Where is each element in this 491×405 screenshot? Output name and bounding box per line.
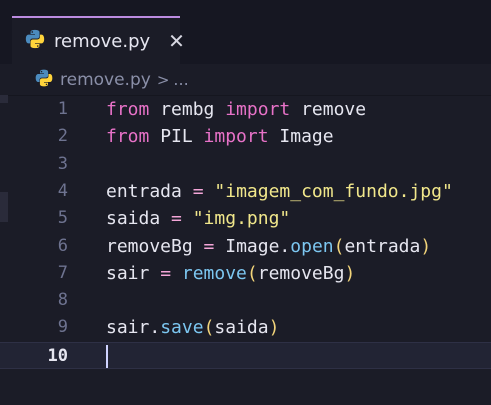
code-token: sair: [106, 262, 161, 284]
code-text: sair.save(saida): [106, 314, 279, 341]
tab-remove-py[interactable]: remove.py ✕: [12, 16, 185, 64]
code-token: =: [160, 262, 172, 284]
code-line[interactable]: 6 removeBg = Image.open(entrada): [0, 233, 491, 260]
code-token: ): [344, 262, 356, 284]
code-token: "img.png": [192, 208, 291, 230]
code-token: (: [333, 235, 345, 257]
line-number: 3: [57, 153, 68, 174]
code-text: sair = remove(removeBg): [106, 260, 355, 287]
line-number: 8: [57, 290, 68, 311]
tab-label: remove.py: [54, 30, 151, 52]
code-token: import: [203, 126, 269, 148]
code-token: ): [268, 317, 280, 339]
python-icon: [34, 68, 54, 92]
code-token: =: [171, 208, 182, 230]
python-icon: [24, 28, 46, 54]
code-token: Image: [268, 126, 334, 148]
code-token: sair: [106, 317, 150, 339]
code-token: ): [420, 235, 432, 257]
code-token: =: [203, 235, 215, 257]
code-token: rembg: [149, 99, 226, 120]
code-token: remove: [181, 262, 247, 284]
code-text: from PIL import Image: [106, 123, 334, 150]
code-line[interactable]: 10: [0, 341, 491, 369]
code-token: Image: [214, 235, 280, 257]
code-token: (: [246, 262, 258, 284]
code-token: from: [106, 99, 150, 120]
code-area[interactable]: 1 from rembg import remove 2 from PIL impor…: [0, 95, 491, 405]
code-token: (: [203, 317, 215, 339]
code-token: save: [160, 317, 204, 339]
breadcrumb-more[interactable]: ...: [173, 70, 188, 89]
code-line[interactable]: 2 from PIL import Image: [0, 123, 491, 150]
code-token: removeBg: [257, 262, 345, 284]
code-token: import: [225, 99, 291, 120]
code-text: saida = "img.png": [106, 205, 290, 232]
line-number: 4: [57, 180, 68, 201]
close-icon[interactable]: ✕: [168, 31, 185, 51]
code-token: "imagem_com_fundo.jpg": [214, 180, 453, 202]
code-token: open: [290, 235, 334, 257]
code-line[interactable]: 3: [0, 151, 491, 178]
code-token: from: [106, 126, 150, 148]
line-number: 2: [57, 126, 68, 147]
code-token: remove: [290, 99, 367, 120]
line-number: 5: [57, 208, 68, 229]
line-number: 10: [47, 345, 68, 366]
code-token: PIL: [149, 126, 204, 148]
code-token: entrada: [106, 180, 193, 202]
code-token: removeBg: [106, 235, 204, 257]
line-number: 7: [57, 262, 68, 283]
code-line[interactable]: 8: [0, 287, 491, 314]
line-number: 6: [57, 235, 68, 256]
breadcrumb-file[interactable]: remove.py: [60, 70, 151, 90]
code-line[interactable]: 5 saida = "img.png": [0, 205, 491, 232]
breadcrumb: remove.py > ...: [0, 64, 491, 96]
code-text: removeBg = Image.open(entrada): [106, 233, 431, 260]
code-text: from rembg import remove: [106, 96, 366, 123]
line-number: 9: [57, 317, 68, 338]
code-line[interactable]: 1 from rembg import remove: [0, 96, 491, 123]
code-line[interactable]: 7 sair = remove(removeBg): [0, 260, 491, 287]
line-number: 1: [57, 99, 68, 119]
code-text: entrada = "imagem_com_fundo.jpg": [106, 178, 453, 205]
code-token: .: [279, 235, 291, 257]
code-token: saida: [214, 317, 269, 339]
code-token: .: [149, 317, 161, 339]
text-cursor: [106, 344, 108, 368]
chevron-right-icon: >: [156, 70, 170, 89]
code-editor: remove.py ✕ remove.py > ... 1 from rembg …: [0, 0, 491, 405]
code-token: =: [192, 180, 204, 202]
code-line[interactable]: 9 sair.save(saida): [0, 314, 491, 341]
code-line[interactable]: 4 entrada = "imagem_com_fundo.jpg": [0, 178, 491, 205]
code-token: entrada: [344, 235, 421, 257]
tab-bar: remove.py ✕: [0, 0, 491, 64]
code-token: saida: [106, 208, 172, 230]
